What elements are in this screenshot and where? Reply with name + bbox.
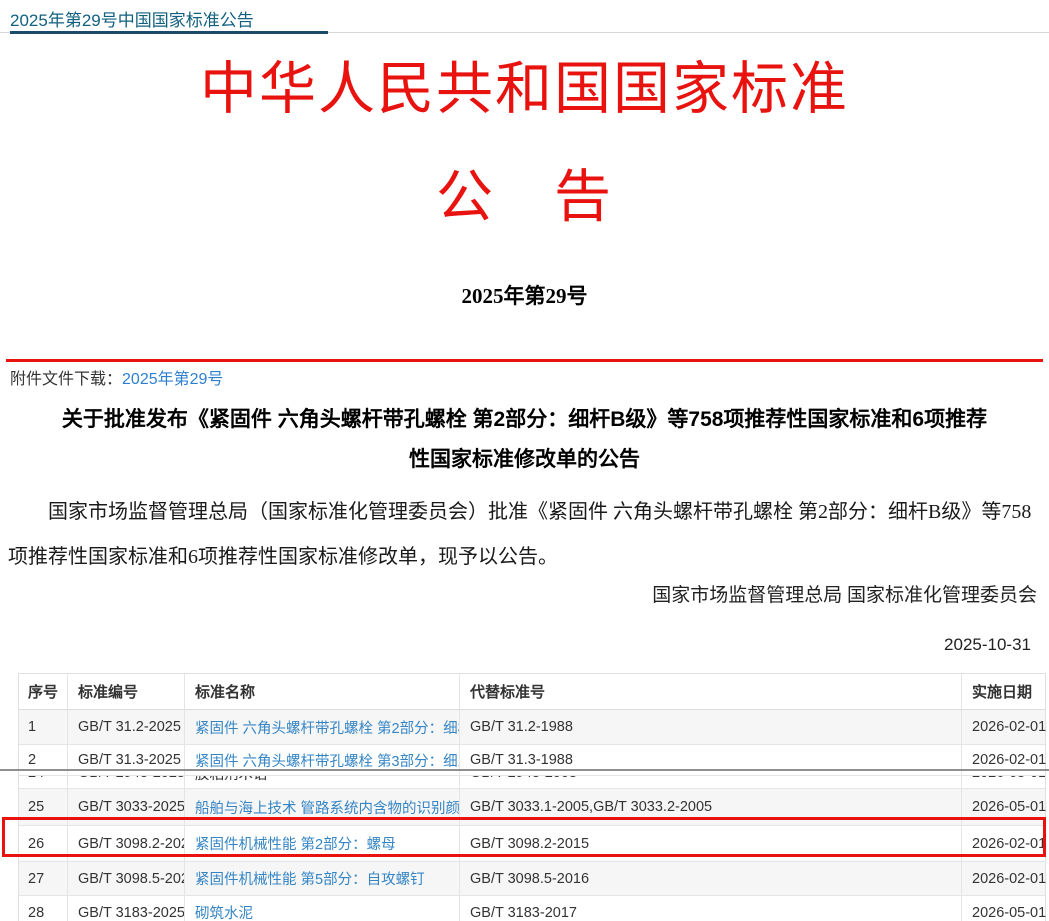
cell-seq: 28 — [19, 896, 68, 921]
cell-date: 2026-02-01 — [962, 862, 1046, 895]
cell-date: 2026-05-01 — [962, 789, 1046, 825]
table-row: 27 GB/T 3098.5-2025 紧固件机械性能 第5部分：自攻螺钉 GB… — [19, 862, 1045, 896]
attachment-label: 附件文件下载： — [10, 371, 122, 388]
table-header-row: 序号 标准编号 标准名称 代替标准号 实施日期 — [19, 674, 1045, 710]
table-row-clipped: 24 GB/T 2943-2025 胶粘剂术语 GB/T 2943-2008 2… — [19, 776, 1045, 789]
standard-link[interactable]: 紧固件机械性能 第2部分：螺母 — [195, 833, 396, 854]
cell-name: 紧固件机械性能 第2部分：螺母 — [185, 826, 460, 861]
document-number: 2025年第29号 — [0, 283, 1049, 309]
cell-date: 2026-05-01 — [962, 896, 1046, 921]
header-name: 标准名称 — [185, 674, 460, 709]
standard-link[interactable]: 紧固件机械性能 第5部分：自攻螺钉 — [195, 868, 425, 889]
cell-date: 2026-02-01 — [962, 826, 1046, 861]
cell-code: GB/T 2943-2025 — [68, 776, 185, 789]
cell-name: 胶粘剂术语 — [185, 776, 460, 789]
standard-link[interactable]: 紧固件 六角头螺杆带孔螺栓 第2部分：细杆 B级 — [195, 717, 460, 738]
page: 2025年第29号中国国家标准公告 中华人民共和国国家标准 公 告 2025年第… — [0, 0, 1049, 921]
cell-code: GB/T 3098.5-2025 — [68, 862, 185, 895]
issuing-authority: 国家市场监督管理总局 国家标准化管理委员会 — [0, 584, 1037, 608]
cell-replaces: GB/T 2943-2008 — [460, 776, 962, 789]
cell-name: 砌筑水泥 — [185, 896, 460, 921]
tab-announcement[interactable]: 2025年第29号中国国家标准公告 — [10, 0, 324, 35]
announcement-title-line2: 性国家标准修改单的公告 — [409, 448, 640, 471]
cell-replaces: GB/T 3098.2-2015 — [460, 826, 962, 861]
cell-date: 2026-02-01 — [962, 710, 1046, 744]
cell-name: 紧固件机械性能 第5部分：自攻螺钉 — [185, 862, 460, 895]
cell-name: 紧固件 六角头螺杆带孔螺栓 第2部分：细杆 B级 — [185, 710, 460, 744]
standards-table: 序号 标准编号 标准名称 代替标准号 实施日期 1 GB/T 31.2-2025… — [18, 673, 1046, 921]
cell-replaces: GB/T 3033.1-2005,GB/T 3033.2-2005 — [460, 789, 962, 825]
announcement-body: 国家市场监督管理总局（国家标准化管理委员会）批准《紧固件 六角头螺杆带孔螺栓 第… — [8, 490, 1041, 580]
header-seq: 序号 — [19, 674, 68, 709]
table-row: 28 GB/T 3183-2025 砌筑水泥 GB/T 3183-2017 20… — [19, 896, 1045, 921]
document-title: 中华人民共和国国家标准 — [0, 59, 1049, 121]
document-title-gonggao: 公 告 — [0, 168, 1049, 228]
table-row: 2 GB/T 31.3-2025 紧固件 六角头螺杆带孔螺栓 第3部分：细牙螺纹… — [19, 745, 1045, 776]
standard-link[interactable]: 船舶与海上技术 管路系统内含物的识别颜色 — [195, 797, 460, 818]
standard-link[interactable]: 胶粘剂术语 — [195, 776, 268, 784]
cell-code: GB/T 3033-2025 — [68, 789, 185, 825]
cell-seq: 25 — [19, 789, 68, 825]
tab-bar: 2025年第29号中国国家标准公告 — [0, 0, 1049, 33]
cell-replaces: GB/T 3098.5-2016 — [460, 862, 962, 895]
screenshot-seam-line — [0, 769, 1049, 771]
cell-code: GB/T 3183-2025 — [68, 896, 185, 921]
active-tab-underline — [10, 31, 328, 34]
announcement-title: 关于批准发布《紧固件 六角头螺杆带孔螺栓 第2部分：细杆B级》等758项推荐性国… — [0, 400, 1049, 480]
cell-seq: 24 — [19, 776, 68, 789]
cell-code: GB/T 31.2-2025 — [68, 710, 185, 744]
table-row-highlighted: 26 GB/T 3098.2-2025 紧固件机械性能 第2部分：螺母 GB/T… — [19, 826, 1045, 862]
table-row: 1 GB/T 31.2-2025 紧固件 六角头螺杆带孔螺栓 第2部分：细杆 B… — [19, 710, 1045, 745]
cell-code: GB/T 3098.2-2025 — [68, 826, 185, 861]
cell-replaces: GB/T 3183-2017 — [460, 896, 962, 921]
standard-link[interactable]: 砌筑水泥 — [195, 902, 253, 921]
announcement-title-line1: 关于批准发布《紧固件 六角头螺杆带孔螺栓 第2部分：细杆B级》等758项推荐性国… — [62, 408, 987, 431]
header-code: 标准编号 — [68, 674, 185, 709]
table-row: 25 GB/T 3033-2025 船舶与海上技术 管路系统内含物的识别颜色 G… — [19, 789, 1045, 826]
header-date: 实施日期 — [962, 674, 1046, 709]
publication-date: 2025-10-31 — [0, 634, 1031, 656]
header-replaces: 代替标准号 — [460, 674, 962, 709]
cell-seq: 27 — [19, 862, 68, 895]
attachment-row: 附件文件下载：2025年第29号 — [0, 362, 1049, 397]
attachment-download-link[interactable]: 2025年第29号 — [122, 371, 223, 388]
cell-name: 船舶与海上技术 管路系统内含物的识别颜色 — [185, 789, 460, 825]
cell-seq: 26 — [19, 826, 68, 861]
cell-seq: 1 — [19, 710, 68, 744]
cell-date: 2026-05-01 — [962, 776, 1045, 789]
standard-link[interactable]: 紧固件 六角头螺杆带孔螺栓 第3部分：细牙螺纹 — [195, 750, 460, 771]
cell-replaces: GB/T 31.2-1988 — [460, 710, 962, 744]
